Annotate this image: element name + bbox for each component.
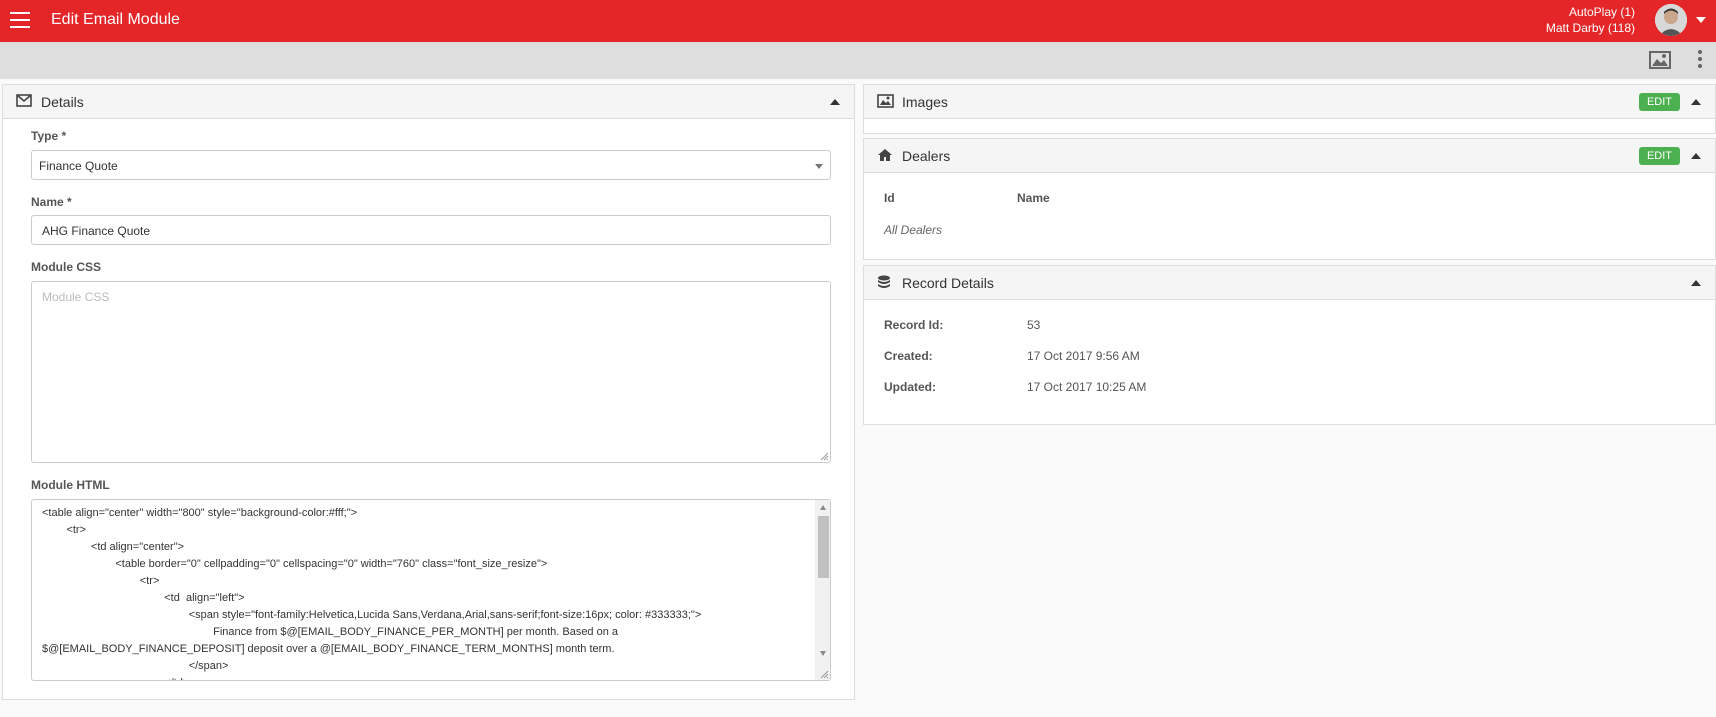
database-icon bbox=[877, 275, 891, 296]
collapse-icon[interactable] bbox=[1691, 153, 1701, 159]
user-info[interactable]: AutoPlay (1) Matt Darby (118) bbox=[1546, 4, 1635, 36]
home-icon bbox=[877, 148, 893, 167]
resize-grip-icon[interactable] bbox=[819, 451, 829, 461]
dealers-col-name: Name bbox=[1017, 191, 1050, 205]
code-line: </span> bbox=[42, 660, 229, 672]
page-title: Edit Email Module bbox=[51, 11, 180, 28]
updated-value: 17 Oct 2017 10:25 AM bbox=[1027, 380, 1147, 394]
dealers-panel: Dealers EDIT Id Name All Dealers bbox=[863, 138, 1716, 260]
code-line: <span style="font-family:Helvetica,Lucid… bbox=[42, 609, 702, 621]
menu-icon[interactable] bbox=[10, 12, 30, 28]
dealers-empty-text: All Dealers bbox=[884, 223, 943, 237]
code-line: <table border="0" cellpadding="0" cellsp… bbox=[42, 558, 548, 570]
scroll-up-icon[interactable] bbox=[820, 505, 826, 510]
images-panel: Images EDIT bbox=[863, 84, 1716, 134]
code-line: Finance from $@[EMAIL_BODY_FINANCE_PER_M… bbox=[42, 626, 619, 638]
module-html-textarea[interactable]: <table align="center" width="800" style=… bbox=[31, 499, 831, 681]
record-id-label: Record Id: bbox=[884, 318, 944, 332]
dealers-title: Dealers bbox=[902, 148, 951, 164]
collapse-icon[interactable] bbox=[1691, 99, 1701, 105]
envelope-icon bbox=[16, 94, 32, 112]
module-html-label: Module HTML bbox=[31, 478, 110, 492]
type-select[interactable]: Finance Quote bbox=[31, 150, 831, 180]
details-panel: Details Type * Finance Quote Name * AHG … bbox=[2, 84, 855, 700]
name-input-value: AHG Finance Quote bbox=[42, 224, 151, 238]
module-css-label: Module CSS bbox=[31, 260, 102, 274]
code-line: </td> bbox=[42, 675, 812, 680]
images-edit-button[interactable]: EDIT bbox=[1638, 93, 1680, 111]
updated-label: Updated: bbox=[884, 380, 936, 394]
account-name: AutoPlay (1) bbox=[1568, 5, 1635, 19]
avatar[interactable] bbox=[1655, 4, 1687, 36]
more-vert-icon[interactable] bbox=[1697, 50, 1703, 71]
images-title: Images bbox=[902, 94, 948, 110]
collapse-icon[interactable] bbox=[1691, 280, 1701, 286]
user-name: Matt Darby (118) bbox=[1545, 21, 1635, 35]
type-select-value: Finance Quote bbox=[39, 159, 118, 173]
collapse-icon[interactable] bbox=[830, 99, 840, 105]
code-line: <td align="center"> bbox=[42, 541, 185, 553]
details-panel-header: Details bbox=[3, 85, 854, 119]
resize-grip-icon[interactable] bbox=[819, 669, 829, 679]
app-header: Edit Email Module AutoPlay (1) Matt Darb… bbox=[0, 0, 1716, 42]
name-input[interactable]: AHG Finance Quote bbox=[31, 215, 831, 245]
image-icon bbox=[877, 94, 894, 113]
record-id-value: 53 bbox=[1027, 318, 1041, 332]
image-icon[interactable] bbox=[1649, 51, 1671, 74]
module-css-placeholder: Module CSS bbox=[42, 290, 110, 304]
scroll-down-icon[interactable] bbox=[820, 651, 826, 656]
code-line: <td align="left"> bbox=[42, 592, 245, 604]
code-line: <table align="center" width="800" style=… bbox=[42, 507, 358, 519]
record-details-panel: Record Details Record Id: 53 Created: 17… bbox=[863, 265, 1716, 425]
code-line: <tr> bbox=[42, 575, 160, 587]
code-line: <tr> bbox=[42, 524, 87, 536]
created-value: 17 Oct 2017 9:56 AM bbox=[1027, 349, 1140, 363]
name-label: Name * bbox=[31, 195, 72, 209]
code-line: $@[EMAIL_BODY_FINANCE_DEPOSIT] deposit o… bbox=[42, 643, 615, 655]
created-label: Created: bbox=[884, 349, 933, 363]
dealers-panel-header: Dealers EDIT bbox=[864, 139, 1715, 173]
record-panel-header: Record Details bbox=[864, 266, 1715, 300]
scrollbar[interactable] bbox=[815, 500, 830, 680]
toolbar bbox=[0, 42, 1716, 79]
details-title: Details bbox=[41, 94, 84, 110]
user-menu-caret-icon[interactable] bbox=[1696, 17, 1706, 23]
dealers-col-id: Id bbox=[884, 191, 895, 205]
type-label: Type * bbox=[31, 129, 67, 143]
code-lines: <table align="center" width="800" style=… bbox=[42, 505, 812, 680]
dealers-edit-button[interactable]: EDIT bbox=[1638, 147, 1680, 165]
module-css-textarea[interactable]: Module CSS bbox=[31, 281, 831, 463]
scroll-thumb[interactable] bbox=[818, 516, 829, 578]
record-title: Record Details bbox=[902, 275, 994, 291]
images-panel-header: Images EDIT bbox=[864, 85, 1715, 119]
chevron-down-icon bbox=[815, 164, 823, 169]
